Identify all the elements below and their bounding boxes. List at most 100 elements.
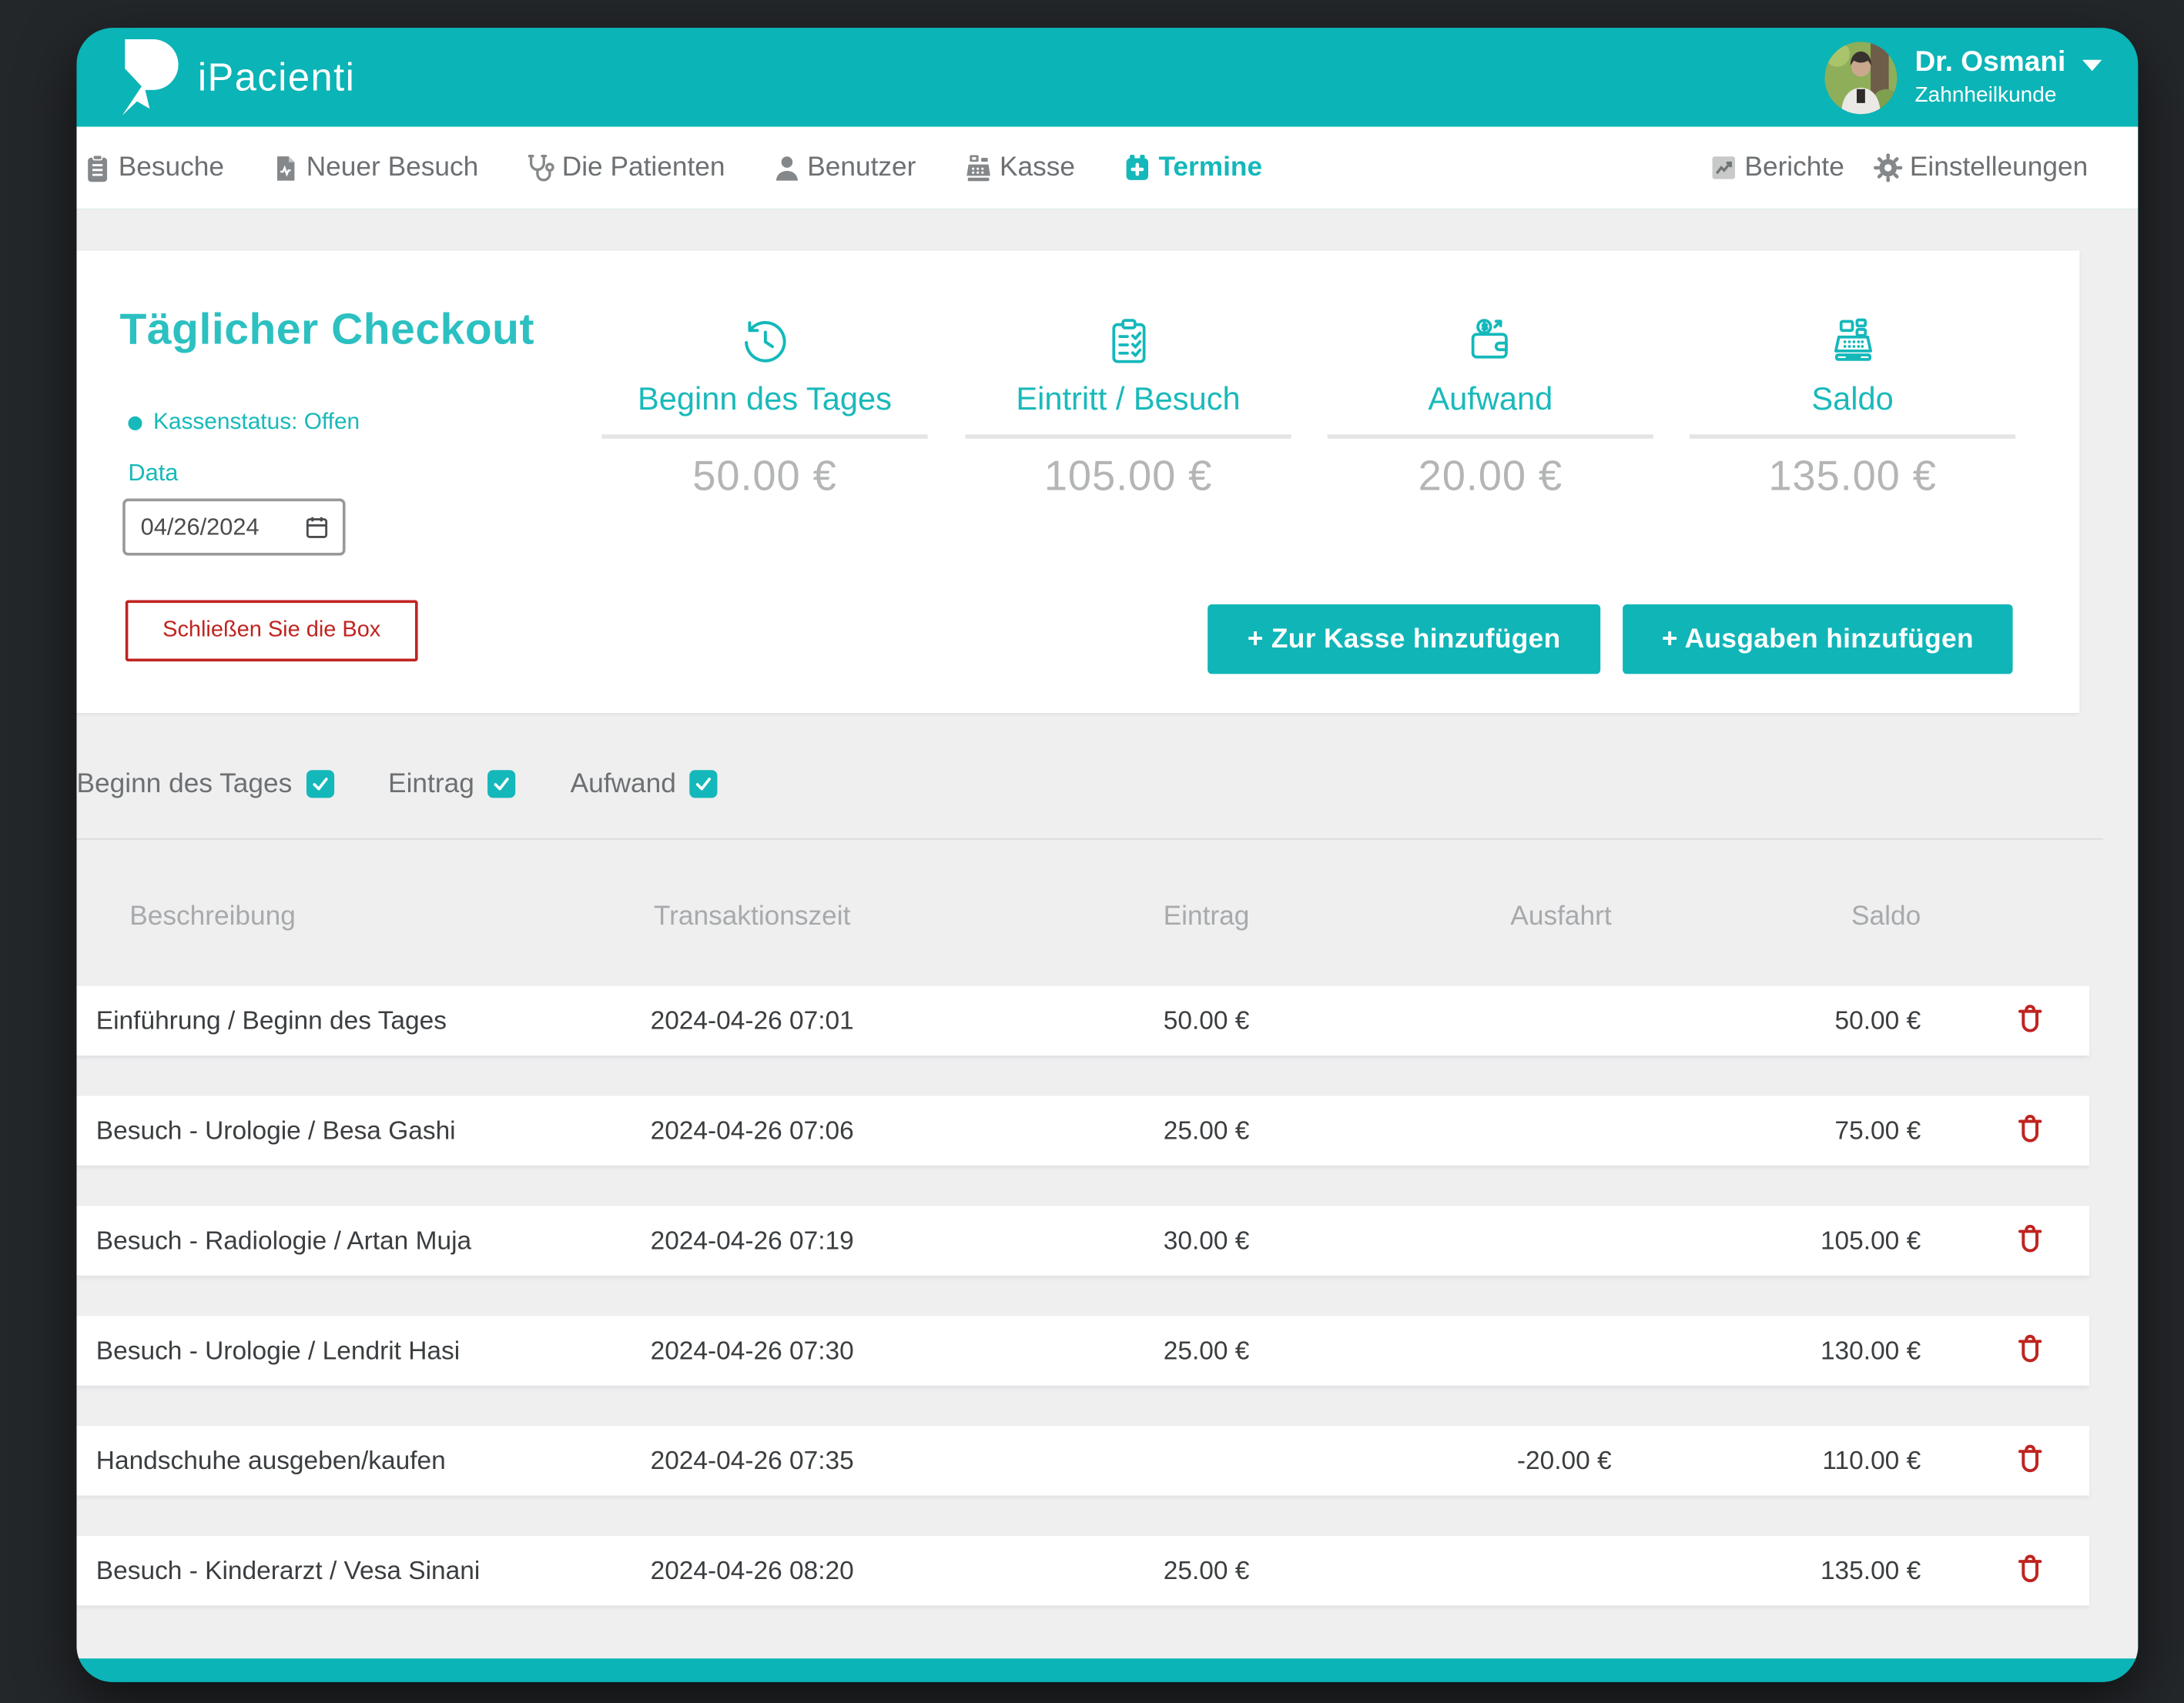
- delete-row-button[interactable]: [2010, 1438, 2050, 1478]
- delete-row-button[interactable]: [2010, 1548, 2050, 1588]
- column-header-beschreibung: Beschreibung: [76, 900, 633, 932]
- check-icon: [310, 775, 330, 794]
- file-medical-icon: [270, 152, 301, 183]
- divider: [76, 838, 2103, 840]
- row-description: Besuch - Urologie / Lendrit Hasi: [76, 1336, 633, 1367]
- chevron-down-icon: [2082, 59, 2102, 70]
- row-description: Besuch - Urologie / Besa Gashi: [76, 1116, 633, 1146]
- cash-register-icon: [962, 152, 994, 184]
- stat-underline: [1690, 434, 2015, 438]
- filter-label: Eintrag: [388, 768, 474, 800]
- row-saldo: 135.00 €: [1693, 1555, 1971, 1586]
- table-row: Besuch - Urologie / Besa Gashi 2024-04-2…: [76, 1096, 2089, 1165]
- filter-item: Beginn des Tages: [76, 768, 333, 800]
- user-info: Dr. Osmani Zahnheilkunde: [1915, 46, 2102, 108]
- stat-underline: [601, 434, 927, 438]
- table-row: Handschuhe ausgeben/kaufen 2024-04-26 07…: [76, 1426, 2089, 1495]
- filter-checkbox[interactable]: [690, 770, 718, 798]
- user-name: Dr. Osmani: [1915, 46, 2066, 79]
- row-time: 2024-04-26 07:30: [634, 1336, 870, 1367]
- trash-icon: [2013, 1331, 2048, 1366]
- stat-eintritt-besuch: Eintritt / Besuch 105.00 €: [961, 312, 1295, 501]
- user-role: Zahnheilkunde: [1915, 83, 2102, 108]
- row-saldo: 130.00 €: [1693, 1336, 1971, 1367]
- trash-icon: [2013, 1001, 2048, 1036]
- wallet-icon: [1465, 316, 1516, 368]
- nav-item-neuer-besuch[interactable]: Neuer Besuch: [270, 152, 479, 184]
- trash-icon: [2013, 1111, 2048, 1146]
- row-eintrag: 25.00 €: [870, 1116, 1330, 1146]
- column-header-transaktionszeit: Transaktionszeit: [634, 900, 870, 932]
- column-header-ausfahrt: Ausfahrt: [1330, 900, 1692, 932]
- chart-icon: [1707, 152, 1740, 184]
- close-box-button[interactable]: Schließen Sie die Box: [126, 601, 418, 662]
- screen: iPacienti: [0, 0, 2184, 1703]
- row-description: Einführung / Beginn des Tages: [76, 1005, 633, 1036]
- app-window: iPacienti: [76, 28, 2138, 1682]
- calendar-icon: [303, 514, 330, 540]
- row-ausfahrt: -20.00 €: [1330, 1445, 1692, 1476]
- delete-row-button[interactable]: [2010, 1109, 2050, 1149]
- filter-item: Aufwand: [571, 768, 719, 800]
- add-expense-button[interactable]: + Ausgaben hinzufügen: [1623, 604, 2012, 674]
- row-time: 2024-04-26 08:20: [634, 1555, 870, 1586]
- stat-aufwand: Aufwand 20.00 €: [1323, 312, 1657, 501]
- date-input[interactable]: 04/26/2024: [122, 499, 345, 556]
- stat-saldo: Saldo 135.00 €: [1686, 312, 2020, 501]
- table-header: Beschreibung Transaktionszeit Eintrag Au…: [76, 892, 2089, 939]
- row-saldo: 110.00 €: [1693, 1445, 1971, 1476]
- trash-icon: [2013, 1441, 2048, 1476]
- calendar-plus-icon: [1121, 152, 1154, 184]
- row-time: 2024-04-26 07:01: [634, 1005, 870, 1036]
- nav-item-termine[interactable]: Termine: [1121, 152, 1262, 184]
- delete-row-button[interactable]: [2010, 1219, 2050, 1259]
- filter-label: Aufwand: [571, 768, 676, 800]
- filter-row: Beginn des Tages Eintrag Aufwand: [76, 763, 2138, 805]
- stat-underline: [965, 434, 1291, 438]
- page-title: Täglicher Checkout: [120, 303, 534, 355]
- nav-item-einstelleungen[interactable]: Einstelleungen: [1872, 152, 2088, 184]
- nav-item-die-patienten[interactable]: Die Patienten: [524, 152, 725, 184]
- content-area: Täglicher Checkout Kassenstatus: Offen D…: [76, 209, 2138, 1658]
- delete-row-button[interactable]: [2010, 1328, 2050, 1368]
- status-dot-icon: [128, 416, 142, 430]
- date-value: 04/26/2024: [141, 514, 260, 541]
- nav-item-besuche[interactable]: Besuche: [82, 152, 224, 184]
- table-row: Besuch - Radiologie / Artan Muja 2024-04…: [76, 1206, 2089, 1275]
- brand: iPacienti: [116, 38, 355, 116]
- row-description: Besuch - Radiologie / Artan Muja: [76, 1226, 633, 1256]
- filter-item: Eintrag: [388, 768, 516, 800]
- row-eintrag: 25.00 €: [870, 1336, 1330, 1367]
- main-nav: Besuche Neuer Besuch Die Patienten: [76, 127, 2138, 209]
- stethoscope-icon: [524, 152, 557, 184]
- table-row: Besuch - Kinderarzt / Vesa Sinani 2024-0…: [76, 1536, 2089, 1605]
- date-label: Data: [128, 460, 178, 487]
- user-icon: [771, 152, 802, 183]
- nav-item-kasse[interactable]: Kasse: [962, 152, 1075, 184]
- stat-underline: [1328, 434, 1653, 438]
- row-time: 2024-04-26 07:35: [634, 1445, 870, 1476]
- check-icon: [492, 775, 511, 794]
- row-saldo: 75.00 €: [1693, 1116, 1971, 1146]
- nav-right-group: Berichte Ein: [1707, 152, 2089, 184]
- user-menu[interactable]: Dr. Osmani Zahnheilkunde: [1824, 41, 2102, 113]
- nav-item-benutzer[interactable]: Benutzer: [771, 152, 916, 184]
- stat-beginn-des-tages: Beginn des Tages 50.00 €: [598, 312, 932, 501]
- clipboard-list-icon: [82, 152, 113, 183]
- cash-register-icon: [1827, 316, 1878, 368]
- clock-history-icon: [739, 316, 791, 368]
- row-description: Besuch - Kinderarzt / Vesa Sinani: [76, 1555, 633, 1586]
- column-header-eintrag: Eintrag: [870, 900, 1330, 932]
- nav-item-berichte[interactable]: Berichte: [1707, 152, 1844, 184]
- add-to-cash-button[interactable]: + Zur Kasse hinzufügen: [1208, 604, 1600, 674]
- delete-row-button[interactable]: [2010, 999, 2050, 1039]
- table-row: Einführung / Beginn des Tages 2024-04-26…: [76, 986, 2089, 1056]
- filter-checkbox[interactable]: [306, 770, 333, 798]
- trash-icon: [2013, 1551, 2048, 1586]
- app-header: iPacienti: [76, 28, 2138, 126]
- filter-checkbox[interactable]: [488, 770, 516, 798]
- column-header-saldo: Saldo: [1693, 900, 1971, 932]
- app-title: iPacienti: [198, 55, 355, 99]
- row-eintrag: 30.00 €: [870, 1226, 1330, 1256]
- avatar: [1824, 41, 1897, 113]
